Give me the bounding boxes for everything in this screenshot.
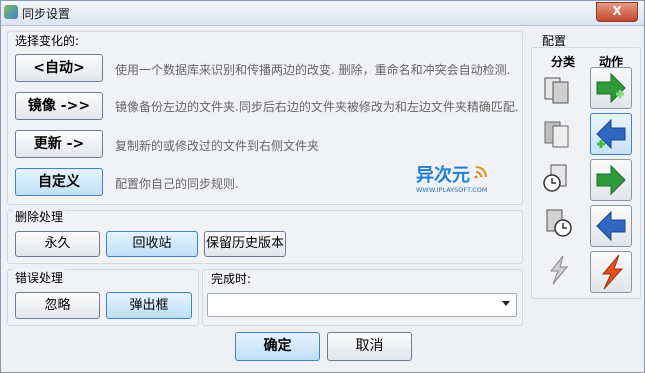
window-title: 同步设置 xyxy=(22,7,71,21)
close-button[interactable]: X xyxy=(596,2,638,22)
iplaysoft-logo: 异次元 WWW.IPLAYSOFT.COM xyxy=(414,161,514,195)
action-conflict-button[interactable] xyxy=(590,251,632,293)
custom-variant-desc: 配置你自己的同步规则. xyxy=(115,177,239,191)
error-group-label: 错误处理 xyxy=(13,269,66,286)
logo-subtext: WWW.IPLAYSOFT.COM xyxy=(416,186,488,194)
logo-text: 异次元 xyxy=(416,164,470,186)
mirror-variant-desc: 镜像备份左边的文件夹.同步后右边的文件夹被修改为和左边文件夹精确匹配. xyxy=(115,100,519,114)
deletion-permanent-button[interactable]: 永久 xyxy=(15,231,100,257)
deletion-group-label: 删除处理 xyxy=(13,208,66,225)
error-popup-button[interactable]: 弹出框 xyxy=(106,292,192,319)
error-ignore-button[interactable]: 忽略 xyxy=(15,292,100,319)
action-update-left-button[interactable] xyxy=(590,205,632,247)
chevron-down-icon xyxy=(502,301,510,306)
update-variant-desc: 复制新的或修改过的文件到右侧文件夹 xyxy=(115,139,320,153)
green-arrow-right-icon xyxy=(596,164,626,196)
custom-variant-button[interactable]: 自定义 xyxy=(15,168,103,196)
ok-button[interactable]: 确定 xyxy=(235,332,320,361)
finish-command-dropdown[interactable] xyxy=(207,293,517,317)
app-icon xyxy=(4,5,18,19)
action-update-right-button[interactable] xyxy=(590,159,632,201)
red-lightning-icon xyxy=(601,254,624,290)
blue-arrow-left-plus-icon xyxy=(596,118,626,150)
finish-label: 完成时: xyxy=(209,270,254,287)
mirror-variant-button[interactable]: 镜像 ->> xyxy=(15,92,103,120)
action-copy-to-left-button[interactable] xyxy=(590,113,632,155)
right-only-file-icon xyxy=(541,117,575,151)
deletion-versioning-button[interactable]: 保留历史版本 xyxy=(204,231,286,257)
category-header: 分类 xyxy=(551,55,576,69)
conflict-lightning-icon xyxy=(541,253,575,287)
blue-arrow-left-icon xyxy=(596,210,626,242)
left-only-file-icon xyxy=(541,73,575,107)
sync-settings-window: 同步设置 X 选择变化的: <自动> 使用一个数据库来识别和传播两边的改变. 删… xyxy=(0,0,645,373)
auto-variant-desc: 使用一个数据库来识别和传播两边的改变. 删除，重命名和冲突会自动检测. xyxy=(115,63,511,77)
green-arrow-right-plus-icon xyxy=(596,72,626,104)
title-bar: 同步设置 X xyxy=(1,1,644,26)
auto-variant-button[interactable]: <自动> xyxy=(15,54,103,82)
update-variant-button[interactable]: 更新 -> xyxy=(15,130,103,158)
variant-group-label: 选择变化的: xyxy=(13,32,82,49)
right-newer-clock-icon xyxy=(541,206,575,240)
left-newer-clock-icon xyxy=(541,161,575,195)
cancel-button[interactable]: 取消 xyxy=(327,332,412,361)
action-copy-to-right-button[interactable] xyxy=(590,67,632,109)
deletion-recycle-bin-button[interactable]: 回收站 xyxy=(106,231,198,257)
